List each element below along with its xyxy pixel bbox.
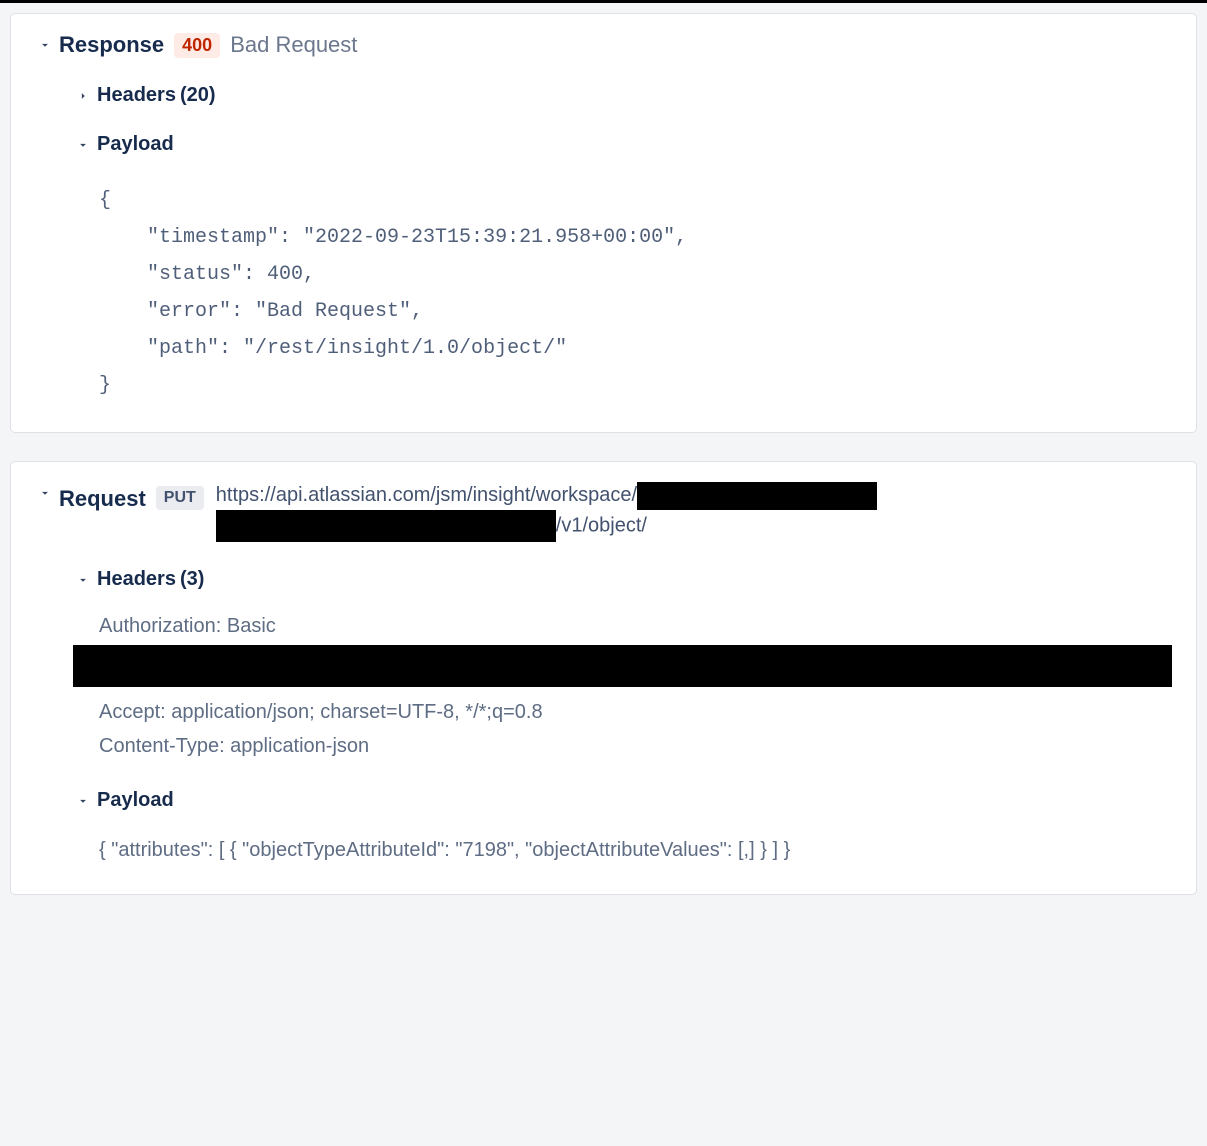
response-payload-body: { "timestamp": "2022-09-23T15:39:21.958+… — [99, 182, 1172, 404]
request-payload-section: Payload { "attributes": [ { "objectTypeA… — [73, 789, 1172, 866]
response-header-row[interactable]: Response 400 Bad Request — [35, 32, 1172, 58]
headers-label: Headers — [97, 84, 176, 107]
response-payload-section: Payload — [73, 133, 1172, 156]
url-part-2: /v1/object/ — [556, 514, 647, 536]
headers-count: (20) — [180, 84, 216, 107]
request-url: https://api.atlassian.com/jsm/insight/wo… — [216, 480, 1172, 542]
request-payload-toggle[interactable]: Payload — [73, 789, 1172, 812]
request-headers-toggle[interactable]: Headers (3) — [73, 568, 1172, 591]
response-headers-section: Headers (20) — [73, 84, 1172, 107]
request-payload-body: { "attributes": [ { "objectTypeAttribute… — [99, 834, 1172, 866]
request-headers-section: Headers (3) Authorization: Basic Accept:… — [73, 568, 1172, 763]
http-method-badge: PUT — [156, 486, 204, 510]
request-header-row[interactable]: Request PUT https://api.atlassian.com/js… — [35, 480, 1172, 542]
headers-label: Headers — [97, 568, 176, 591]
header-content-type: Content-Type: application-json — [99, 729, 1172, 763]
redacted-block — [637, 482, 877, 510]
payload-label: Payload — [97, 789, 174, 812]
redacted-block — [216, 510, 556, 542]
status-code-badge: 400 — [174, 33, 220, 58]
response-payload-toggle[interactable]: Payload — [73, 133, 1172, 156]
payload-label: Payload — [97, 133, 174, 156]
request-label: Request — [59, 486, 146, 512]
chevron-down-icon — [73, 794, 93, 808]
headers-count: (3) — [180, 568, 204, 591]
chevron-down-icon — [35, 486, 55, 500]
response-label: Response — [59, 32, 164, 58]
header-accept: Accept: application/json; charset=UTF-8,… — [99, 695, 1172, 729]
status-text: Bad Request — [230, 32, 357, 58]
chevron-right-icon — [73, 89, 93, 103]
chevron-down-icon — [73, 138, 93, 152]
response-headers-toggle[interactable]: Headers (20) — [73, 84, 1172, 107]
url-part-1: https://api.atlassian.com/jsm/insight/wo… — [216, 484, 637, 506]
request-headers-body: Authorization: Basic Accept: application… — [99, 609, 1172, 763]
request-panel: Request PUT https://api.atlassian.com/js… — [10, 461, 1197, 895]
redacted-block — [73, 645, 1172, 687]
header-authorization: Authorization: Basic — [99, 609, 1172, 643]
chevron-down-icon — [73, 573, 93, 587]
chevron-down-icon — [35, 38, 55, 52]
response-panel: Response 400 Bad Request Headers (20) Pa… — [10, 13, 1197, 433]
